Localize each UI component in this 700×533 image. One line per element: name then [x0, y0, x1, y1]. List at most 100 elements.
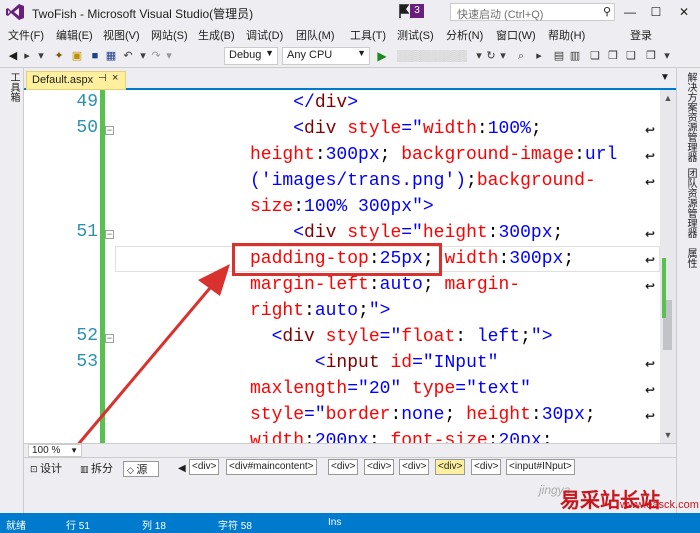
breadcrumb-item[interactable]: <div>: [328, 459, 359, 475]
browser-dropdown-icon[interactable]: ▾: [474, 48, 484, 64]
design-icon: ⊡: [30, 464, 41, 474]
bookmark-icon[interactable]: ❏: [588, 48, 602, 64]
source-label: 源: [136, 464, 148, 476]
menu-build[interactable]: 生成(B): [198, 27, 235, 43]
menu-debug[interactable]: 调试(D): [246, 27, 283, 43]
source-icon: ◇: [127, 465, 137, 475]
comment-icon[interactable]: ▤: [552, 48, 566, 64]
solution-explorer-tab[interactable]: 解决方案资源管理器: [683, 72, 698, 162]
word-wrap-icon: ↩: [644, 253, 656, 267]
open-folder-icon[interactable]: ▣: [70, 48, 84, 64]
fold-toggle-icon[interactable]: −: [105, 334, 114, 343]
menu-tools[interactable]: 工具(T): [350, 27, 386, 43]
toolbar-options-icon[interactable]: ▸: [532, 48, 546, 64]
line-number: 52: [76, 326, 98, 346]
breadcrumb-item[interactable]: <div>: [364, 459, 395, 475]
uncomment-icon[interactable]: ▥: [568, 48, 582, 64]
back-icon[interactable]: ◀: [6, 48, 20, 64]
tab-list-dropdown-icon[interactable]: ▼: [660, 72, 670, 83]
window-title: TwoFish - Microsoft Visual Studio(管理员): [32, 7, 254, 21]
fold-toggle-icon[interactable]: −: [105, 126, 114, 135]
pin-icon[interactable]: ⊣: [98, 73, 107, 84]
maximize-icon[interactable]: ☐: [646, 2, 666, 22]
platform-select[interactable]: Any CPU ▼: [282, 47, 370, 65]
scroll-up-icon[interactable]: ▲: [660, 90, 676, 106]
menu-edit[interactable]: 编辑(E): [56, 27, 93, 43]
toolbox-tab[interactable]: 工具箱: [6, 72, 21, 102]
menu-window[interactable]: 窗口(W): [496, 27, 536, 43]
line-number: 51: [76, 222, 98, 242]
configuration-select[interactable]: Debug ▼: [224, 47, 278, 65]
code-line[interactable]: right:auto;">: [250, 298, 390, 324]
scroll-down-icon[interactable]: ▼: [660, 427, 676, 443]
status-bar: 就绪 行 51 列 18 字符 58 Ins: [0, 513, 700, 533]
fold-toggle-icon[interactable]: −: [105, 230, 114, 239]
status-insert-mode: Ins: [328, 517, 342, 528]
code-line[interactable]: </div>: [250, 90, 358, 116]
close-icon[interactable]: ✕: [674, 2, 694, 22]
redo-dropdown-icon[interactable]: ▾: [164, 48, 174, 64]
prev-bookmark-icon[interactable]: ❑: [624, 48, 638, 64]
design-view-button[interactable]: ⊡ 设计: [30, 461, 62, 477]
browser-selector-blurred[interactable]: ▒▒▒▒▒▒▒▒▒: [392, 48, 472, 64]
breadcrumb-item[interactable]: <div>: [399, 459, 430, 475]
code-line[interactable]: size:100% 300px">: [250, 194, 434, 220]
minimize-icon[interactable]: —: [620, 2, 640, 22]
forward-icon[interactable]: ▸: [22, 48, 32, 64]
breadcrumb-item[interactable]: <div>: [189, 459, 220, 475]
menu-team[interactable]: 团队(M): [296, 27, 335, 43]
source-view-button[interactable]: ◇ 源: [123, 461, 159, 477]
line-number: 50: [76, 118, 98, 138]
code-line[interactable]: maxlength="20" type="text": [250, 376, 531, 402]
team-explorer-tab[interactable]: 团队资源管理器: [683, 168, 698, 238]
breadcrumb-item-active[interactable]: <div>: [435, 459, 466, 475]
split-icon: ▥: [80, 464, 92, 474]
code-line[interactable]: <input id="INput": [250, 350, 499, 376]
menu-help[interactable]: 帮助(H): [548, 27, 585, 43]
word-wrap-icon: ↩: [644, 227, 656, 241]
toolbar-overflow-icon[interactable]: ▾: [662, 48, 672, 64]
new-project-icon[interactable]: ✦: [52, 48, 66, 64]
save-all-icon[interactable]: ▦: [104, 48, 118, 64]
start-debugging-icon[interactable]: ▶: [376, 48, 388, 64]
split-view-button[interactable]: ▥ 拆分: [80, 461, 113, 477]
breadcrumb-item[interactable]: <input#INput>: [506, 459, 575, 475]
code-line[interactable]: <div style="width:100%;: [250, 116, 542, 142]
code-line[interactable]: <div style="float: left;">: [250, 324, 553, 350]
scroll-change-marker: [662, 258, 666, 318]
menu-view[interactable]: 视图(V): [103, 27, 140, 43]
breadcrumb-item[interactable]: <div>: [471, 459, 502, 475]
notification-badge[interactable]: 3: [410, 4, 424, 18]
properties-tab[interactable]: 属性: [683, 248, 698, 268]
tab-default-aspx[interactable]: Default.aspx: [26, 71, 126, 90]
notification-flag-icon[interactable]: [398, 4, 410, 18]
quick-launch-input[interactable]: 快速启动 (Ctrl+Q): [450, 3, 615, 21]
dropdown-icon[interactable]: ▾: [36, 48, 46, 64]
zoom-level-select[interactable]: 100 % ▼: [28, 444, 82, 457]
refresh-icon[interactable]: ↻: [484, 48, 498, 64]
clear-bookmarks-icon[interactable]: ❒: [644, 48, 658, 64]
close-tab-icon[interactable]: ×: [112, 72, 118, 84]
code-line[interactable]: ('images/trans.png');background-: [250, 168, 596, 194]
refresh-dropdown-icon[interactable]: ▾: [498, 48, 508, 64]
toolbox-strip: 工具箱: [0, 68, 24, 513]
next-bookmark-icon[interactable]: ❐: [606, 48, 620, 64]
find-icon[interactable]: ⌕: [514, 48, 528, 64]
menu-test[interactable]: 测试(S): [397, 27, 434, 43]
code-line[interactable]: style="border:none; height:30px;: [250, 402, 596, 428]
chevron-down-icon: ▼: [70, 446, 78, 455]
save-icon[interactable]: ■: [88, 48, 102, 64]
design-label: 设计: [40, 463, 63, 475]
menu-analyze[interactable]: 分析(N): [446, 27, 483, 43]
undo-dropdown-icon[interactable]: ▾: [138, 48, 148, 64]
breadcrumb-scroll-left-icon[interactable]: ◀: [178, 461, 186, 477]
menu-file[interactable]: 文件(F): [8, 27, 44, 43]
menu-website[interactable]: 网站(S): [151, 27, 188, 43]
split-label: 拆分: [91, 463, 114, 475]
word-wrap-icon: ↩: [644, 357, 656, 371]
code-line[interactable]: height:300px; background-image:url: [250, 142, 617, 168]
login-link[interactable]: 登录: [630, 27, 652, 43]
breadcrumb-item[interactable]: <div#maincontent>: [226, 459, 317, 475]
redo-icon[interactable]: ↷: [150, 48, 162, 64]
undo-icon[interactable]: ↶: [122, 48, 134, 64]
